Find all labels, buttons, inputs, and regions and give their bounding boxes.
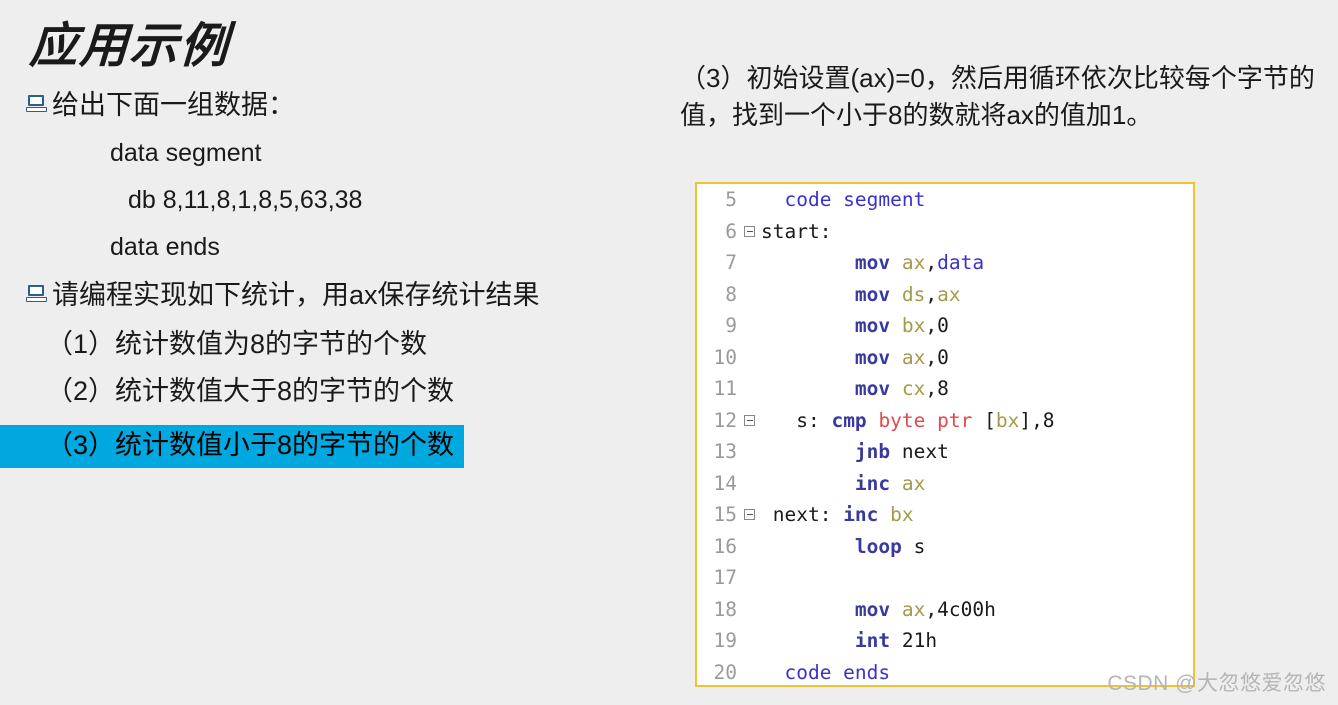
line-number: 8 — [725, 282, 737, 306]
line-number: 16 — [713, 534, 737, 558]
line-number: 5 — [725, 188, 737, 211]
code-line: 12 s: cmp byte ptr [bx],8 — [697, 405, 1193, 437]
line-number: 10 — [713, 345, 737, 369]
code-text: mov bx,0 — [854, 314, 949, 337]
page-title: 应用示例 — [28, 18, 232, 74]
code-text: loop s — [854, 534, 926, 558]
laptop-icon — [26, 285, 48, 303]
code-line: 10 mov ax,0 — [697, 342, 1193, 374]
code-text: code segment — [784, 188, 926, 211]
code-line: 19 int 21h — [697, 625, 1193, 657]
code-text: mov ax,data — [854, 251, 985, 274]
task-item-2[interactable]: （2）统计数值大于8的字节的个数 — [0, 378, 670, 405]
code-line: 18 mov ax,4c00h — [697, 594, 1193, 626]
task-item-3-selected[interactable]: （3）统计数值小于8的字节的个数 — [0, 425, 465, 468]
left-column: 给出下面一组数据： data segment db 8,11,8,1,8,5,6… — [0, 92, 670, 702]
line-number: 9 — [725, 314, 737, 337]
data-listing-line-2: data ends — [110, 233, 220, 261]
code-text: mov ax,0 — [854, 345, 949, 369]
line-number: 15 — [713, 503, 737, 526]
line-number: 17 — [713, 566, 737, 589]
code-line: 6 start: — [697, 216, 1193, 248]
code-line: 14 inc ax — [697, 468, 1193, 500]
bullet-label: 请编程实现如下统计，用ax保存统计结果 — [52, 280, 540, 310]
bullet-item-data-given: 给出下面一组数据： — [0, 92, 670, 119]
code-text: int 21h — [854, 629, 938, 652]
code-line: 13 jnb next — [697, 436, 1193, 468]
bullet-item-task-intro: 请编程实现如下统计，用ax保存统计结果 — [0, 282, 670, 309]
line-number: 19 — [713, 629, 737, 652]
right-column: （3）初始设置(ax)=0，然后用循环依次比较每个字节的值，找到一个小于8的数就… — [672, 60, 1338, 134]
explanation-text: （3）初始设置(ax)=0，然后用循环依次比较每个字节的值，找到一个小于8的数就… — [680, 63, 1315, 130]
csdn-watermark: CSDN @大忽悠爱忽悠 — [1107, 672, 1326, 695]
line-number: 13 — [713, 440, 737, 463]
task-item-1[interactable]: （1）统计数值为8的字节的个数 — [0, 331, 670, 358]
code-text: mov ds,ax — [854, 282, 961, 306]
code-text: mov cx,8 — [854, 377, 949, 400]
code-line: 16 loop s — [697, 531, 1193, 563]
code-text: jnb next — [854, 440, 949, 463]
code-line: 15 next: inc bx — [697, 499, 1193, 531]
line-number: 7 — [725, 251, 737, 274]
code-text: start: — [761, 219, 832, 243]
code-text: inc ax — [854, 471, 926, 495]
line-number: 14 — [713, 471, 737, 495]
data-listing-line-1: db 8,11,8,1,8,5,63,38 — [128, 186, 363, 214]
bullet-label: 给出下面一组数据： — [52, 90, 295, 120]
code-text: next: inc bx — [761, 503, 914, 526]
code-line: 11 mov cx,8 — [697, 373, 1193, 405]
code-line: 9 mov bx,0 — [697, 310, 1193, 342]
data-listing-line-0: data segment — [110, 139, 262, 167]
code-line: 8 mov ds,ax — [697, 279, 1193, 311]
assembly-code-block: 5 code segment 6 start: 7 mov ax,data 8 mov … — [695, 182, 1195, 687]
code-line: 7 mov ax,data — [697, 247, 1193, 279]
code-text: mov ax,4c00h — [854, 597, 996, 621]
code-line: 17 — [697, 562, 1193, 594]
line-number: 12 — [713, 408, 737, 432]
line-number: 20 — [713, 660, 737, 684]
line-number: 18 — [713, 597, 737, 621]
line-number: 11 — [713, 377, 737, 400]
task-list: （1）统计数值为8的字节的个数 （2）统计数值大于8的字节的个数 （3）统计数值… — [0, 331, 670, 488]
line-number: 6 — [725, 219, 737, 243]
slide-canvas: 应用示例 给出下面一组数据： data segment db 8,11,8,1,… — [0, 0, 1338, 705]
laptop-icon — [26, 95, 48, 113]
code-text: s: cmp byte ptr [bx],8 — [761, 408, 1055, 432]
code-line: 5 code segment — [697, 184, 1193, 216]
